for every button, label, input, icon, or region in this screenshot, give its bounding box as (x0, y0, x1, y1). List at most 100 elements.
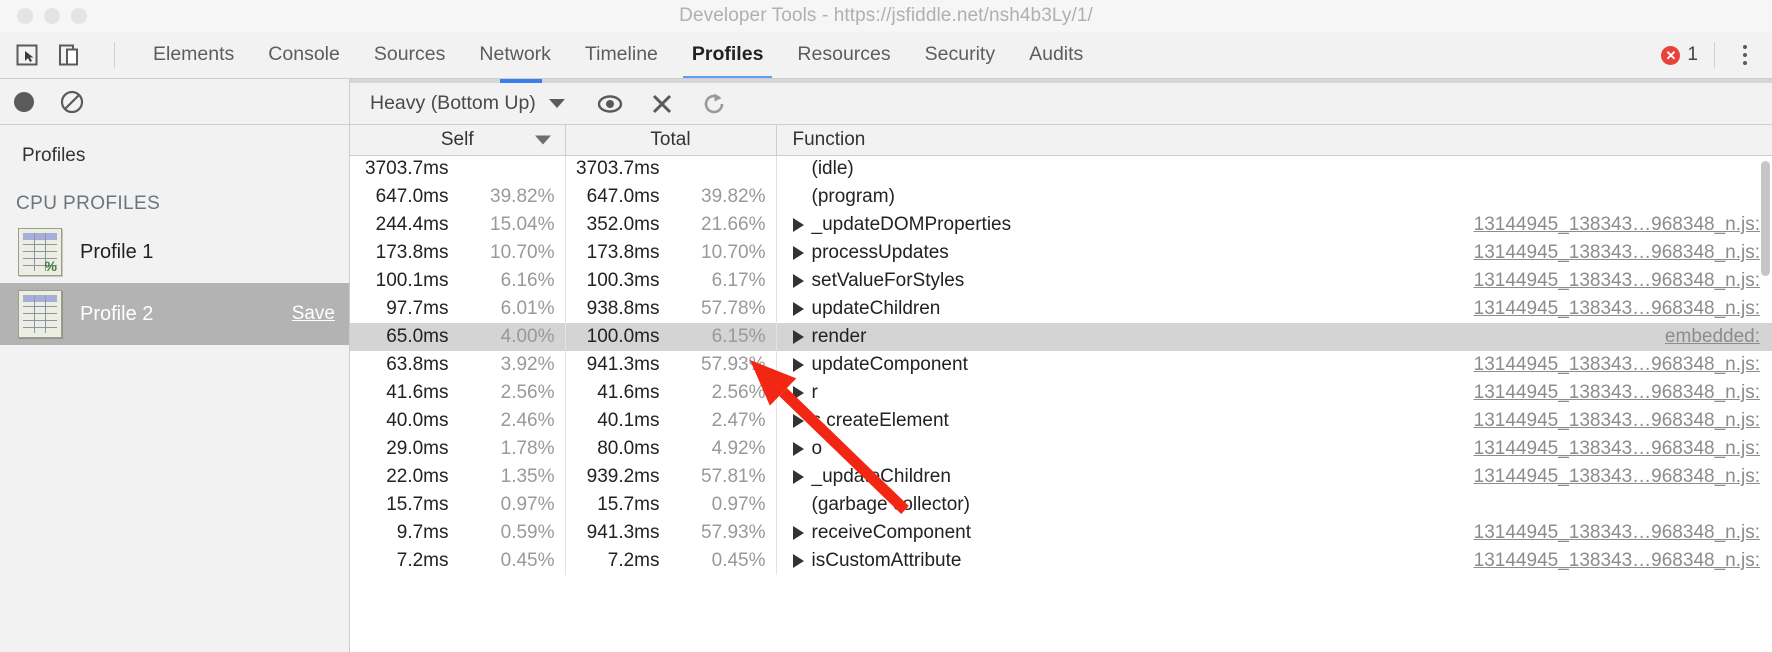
tab-console[interactable]: Console (251, 34, 357, 77)
total-percent: 39.82% (701, 186, 766, 207)
function-name: updateChildren (811, 298, 941, 319)
refresh-icon[interactable] (699, 89, 729, 119)
table-row[interactable]: 22.0ms 1.35% 939.2ms 57.81% _updateChildren 1… (350, 463, 1772, 491)
table-row[interactable]: 40.0ms 2.46% 40.1ms 2.47% s.createElement 131… (350, 407, 1772, 435)
expand-triangle-icon[interactable] (792, 470, 804, 484)
tab-profiles[interactable]: Profiles (675, 34, 781, 78)
source-link[interactable]: 13144945_138343…968348_n.js: (1474, 466, 1760, 488)
total-ms: 100.3ms (586, 270, 660, 291)
cell-self: 9.7ms 0.59% (350, 519, 566, 547)
expand-triangle-icon[interactable] (792, 414, 804, 428)
cell-function: isCustomAttribute 13144945_138343…968348_… (776, 547, 1772, 575)
total-percent: 2.47% (711, 410, 766, 431)
sidebar-item-profile-2[interactable]: Profile 2 Save (0, 283, 349, 345)
table-row[interactable]: 100.1ms 6.16% 100.3ms 6.17% setValueForStyle… (350, 267, 1772, 295)
total-ms: 100.0ms (586, 326, 660, 347)
table-row[interactable]: 173.8ms 10.70% 173.8ms 10.70% processUpdates… (350, 239, 1772, 267)
table-row[interactable]: 244.4ms 15.04% 352.0ms 21.66% _updateDOMProp… (350, 211, 1772, 239)
expand-triangle-icon[interactable] (792, 218, 804, 232)
column-header-function[interactable]: Function (776, 125, 1772, 156)
source-link[interactable]: embedded: (1665, 326, 1760, 348)
tab-resources[interactable]: Resources (780, 34, 907, 77)
self-percent: 0.45% (500, 550, 555, 571)
expand-triangle-icon[interactable] (792, 526, 804, 540)
vertical-scrollbar[interactable] (1761, 161, 1770, 276)
tab-sources[interactable]: Sources (357, 34, 463, 77)
expand-triangle-icon[interactable] (792, 330, 804, 344)
table-row[interactable]: 3703.7ms 3703.7ms (idle) (350, 155, 1772, 183)
expand-triangle-icon[interactable] (792, 386, 804, 400)
eye-icon[interactable] (595, 89, 625, 119)
expand-triangle-icon[interactable] (792, 246, 804, 260)
source-link[interactable]: 13144945_138343…968348_n.js: (1474, 214, 1760, 236)
tab-elements[interactable]: Elements (136, 34, 251, 77)
source-link[interactable]: 13144945_138343…968348_n.js: (1474, 410, 1760, 432)
source-link[interactable]: 13144945_138343…968348_n.js: (1474, 354, 1760, 376)
table-row[interactable]: 7.2ms 0.45% 7.2ms 0.45% isCustomAttribute 131… (350, 547, 1772, 575)
profiles-sidebar: Profiles CPU PROFILES % Profile 1 Profil… (0, 79, 350, 652)
tab-bar-right-controls: ✕ 1 (1661, 42, 1772, 68)
source-link[interactable]: 13144945_138343…968348_n.js: (1474, 438, 1760, 460)
tab-timeline[interactable]: Timeline (568, 34, 675, 77)
self-ms: 29.0ms (386, 438, 449, 459)
table-row[interactable]: 41.6ms 2.56% 41.6ms 2.56% r 13144945_138343…9… (350, 379, 1772, 407)
function-name: processUpdates (811, 242, 949, 263)
function-name: _updateChildren (811, 466, 951, 487)
close-x-icon[interactable] (647, 89, 677, 119)
sidebar-section-cpu-profiles: CPU PROFILES (16, 193, 161, 214)
column-header-self[interactable]: Self (350, 125, 566, 156)
expand-triangle-icon[interactable] (792, 274, 804, 288)
expand-triangle-icon[interactable] (792, 554, 804, 568)
source-link[interactable]: 13144945_138343…968348_n.js: (1474, 382, 1760, 404)
total-ms: 647.0ms (586, 186, 660, 207)
table-row[interactable]: 15.7ms 0.97% 15.7ms 0.97% (garbage collector… (350, 491, 1772, 519)
source-link[interactable]: 13144945_138343…968348_n.js: (1474, 550, 1760, 572)
cell-self: 244.4ms 15.04% (350, 211, 566, 239)
self-percent: 3.92% (500, 354, 555, 375)
self-percent: 4.00% (500, 326, 555, 347)
sidebar-toolbar (0, 79, 349, 125)
column-header-total[interactable]: Total (565, 125, 777, 156)
table-row[interactable]: 65.0ms 4.00% 100.0ms 6.15% render embedded: (350, 323, 1772, 351)
cell-self: 65.0ms 4.00% (350, 323, 566, 351)
save-profile-link[interactable]: Save (292, 303, 335, 325)
self-percent: 0.97% (500, 494, 555, 515)
clear-all-icon[interactable] (60, 90, 84, 114)
profile-file-icon (18, 290, 62, 338)
table-row[interactable]: 63.8ms 3.92% 941.3ms 57.93% updateComponent 1… (350, 351, 1772, 379)
total-ms: 938.8ms (586, 298, 660, 319)
tab-security[interactable]: Security (908, 34, 1012, 77)
table-row[interactable]: 647.0ms 39.82% 647.0ms 39.82% (program) (350, 183, 1772, 211)
cell-function: processUpdates 13144945_138343…968348_n.j… (776, 239, 1772, 267)
table-row[interactable]: 97.7ms 6.01% 938.8ms 57.78% updateChildren 13… (350, 295, 1772, 323)
expand-triangle-icon[interactable] (792, 442, 804, 456)
total-percent: 21.66% (701, 214, 766, 235)
cell-total: 938.8ms 57.78% (565, 295, 777, 323)
source-link[interactable]: 13144945_138343…968348_n.js: (1474, 242, 1760, 264)
expand-triangle-icon[interactable] (792, 358, 804, 372)
kebab-menu-icon[interactable] (1734, 42, 1756, 68)
source-link[interactable]: 13144945_138343…968348_n.js: (1474, 270, 1760, 292)
table-row[interactable]: 9.7ms 0.59% 941.3ms 57.93% receiveComponent 1… (350, 519, 1772, 547)
device-toolbar-icon[interactable] (56, 42, 82, 68)
sidebar-item-profile-1[interactable]: % Profile 1 (0, 221, 349, 283)
table-row[interactable]: 29.0ms 1.78% 80.0ms 4.92% o 13144945_138343…9… (350, 435, 1772, 463)
function-name: _updateDOMProperties (811, 214, 1012, 235)
total-percent: 10.70% (701, 242, 766, 263)
error-count-badge[interactable]: ✕ 1 (1661, 44, 1698, 66)
expand-triangle-icon[interactable] (792, 302, 804, 316)
tab-network[interactable]: Network (462, 34, 568, 77)
self-percent: 6.01% (500, 298, 555, 319)
cell-function: _updateChildren 13144945_138343…968348_n.… (776, 463, 1772, 491)
source-link[interactable]: 13144945_138343…968348_n.js: (1474, 298, 1760, 320)
total-ms: 40.1ms (597, 410, 660, 431)
record-button-icon[interactable] (14, 91, 34, 112)
total-percent: 6.17% (711, 270, 766, 291)
total-ms: 80.0ms (597, 438, 660, 459)
inspect-element-icon[interactable] (14, 42, 40, 68)
view-mode-select[interactable]: Heavy (Bottom Up) (370, 92, 565, 115)
cell-self: 29.0ms 1.78% (350, 435, 566, 463)
tab-audits[interactable]: Audits (1012, 34, 1100, 77)
source-link[interactable]: 13144945_138343…968348_n.js: (1474, 522, 1760, 544)
self-ms: 41.6ms (386, 382, 449, 403)
